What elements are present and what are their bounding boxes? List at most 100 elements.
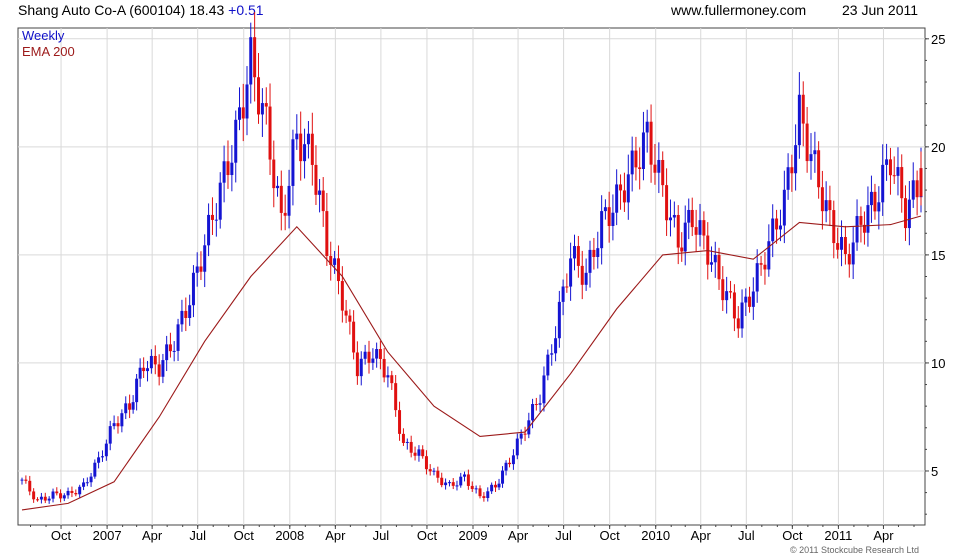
candle-body — [428, 469, 432, 472]
plot-area — [17, 27, 926, 526]
candle-body — [915, 180, 919, 198]
candle-body — [355, 352, 359, 377]
candle-body — [401, 433, 405, 443]
candle-body — [245, 84, 249, 119]
candle-body — [325, 211, 329, 257]
candle-body — [740, 302, 744, 329]
candle-body — [600, 211, 604, 249]
candle-body — [725, 291, 729, 301]
y-tick-label: 10 — [931, 356, 945, 371]
candle-body — [359, 358, 363, 377]
candle-body — [135, 378, 139, 403]
candle-body — [168, 344, 172, 352]
candle-body — [847, 254, 851, 265]
candle-body — [546, 354, 550, 376]
candle-body — [855, 216, 859, 243]
candle-body — [93, 462, 97, 477]
x-tick-label: Apr — [142, 528, 163, 543]
candle-body — [596, 248, 600, 257]
candle-body — [386, 375, 390, 378]
candle-body — [885, 159, 889, 165]
candle-body — [352, 321, 356, 353]
candle-body — [272, 159, 276, 189]
candle-body — [824, 200, 828, 212]
candle-body — [657, 159, 661, 173]
candle-body — [398, 410, 402, 434]
candle-body — [89, 476, 93, 483]
candle-body — [344, 310, 348, 316]
candle-body — [538, 403, 542, 405]
candle-body — [531, 404, 535, 421]
candle-body — [74, 493, 78, 495]
candle-body — [306, 133, 310, 145]
candle-body — [436, 470, 440, 478]
candle-body — [843, 237, 847, 255]
candle-body — [321, 190, 325, 212]
candle-body — [131, 402, 135, 410]
y-tick-label: 15 — [931, 248, 945, 263]
candle-body — [180, 310, 184, 325]
y-tick-label: 5 — [931, 464, 938, 479]
candle-body — [241, 107, 245, 119]
candle-body — [459, 476, 463, 486]
legend-weekly: Weekly — [22, 28, 65, 43]
candle-body — [43, 496, 47, 501]
candle-body — [149, 355, 153, 369]
candle-body — [687, 209, 691, 223]
candle-body — [264, 103, 268, 107]
candle-body — [771, 218, 775, 242]
candle-body — [82, 482, 86, 487]
candle-body — [268, 106, 272, 160]
candle-body — [626, 174, 630, 203]
candle-body — [394, 383, 398, 411]
candle-body — [455, 485, 459, 487]
candle-body — [649, 121, 653, 165]
candle-body — [569, 258, 573, 287]
candle-body — [550, 353, 554, 355]
candle-body — [184, 310, 188, 318]
candle-body — [51, 491, 55, 499]
candle-body — [32, 491, 36, 500]
candle-body — [24, 479, 28, 481]
x-tick-label: Apr — [691, 528, 712, 543]
candle-body — [828, 200, 832, 211]
candle-body — [748, 296, 752, 307]
candle-body — [717, 254, 721, 280]
candle-body — [519, 433, 523, 439]
candle-body — [680, 247, 684, 252]
candle-body — [161, 360, 165, 377]
candle-body — [432, 470, 436, 472]
candle-body — [128, 403, 132, 410]
candle-body — [62, 495, 66, 499]
candle-body — [283, 212, 287, 216]
candle-body — [542, 375, 546, 404]
candle-body — [859, 216, 863, 225]
candle-body — [424, 456, 428, 470]
candle-body — [668, 217, 672, 221]
candle-body — [588, 249, 592, 273]
x-tick-label: Oct — [417, 528, 438, 543]
candle-body — [447, 482, 451, 484]
candle-body — [55, 491, 59, 494]
candle-body — [869, 191, 873, 206]
candle-body — [191, 272, 195, 306]
candle-body — [100, 456, 104, 458]
candle-body — [805, 123, 809, 162]
candle-body — [729, 291, 733, 293]
candle-body — [840, 237, 844, 250]
y-axis: 5 10 15 20 25 — [925, 32, 945, 515]
candle-body — [474, 488, 478, 490]
candle-body — [900, 167, 904, 199]
candle-body — [911, 180, 915, 200]
candle-body — [786, 167, 790, 190]
candle-body — [515, 438, 519, 456]
candle-body — [832, 210, 836, 244]
candle-body — [466, 474, 470, 486]
candle-body — [665, 185, 669, 221]
candle-body — [157, 364, 161, 377]
candle-body — [39, 496, 43, 500]
x-tick-label: 2009 — [459, 528, 488, 543]
candle-body — [409, 441, 413, 453]
candle-body — [165, 344, 169, 361]
candle-body — [230, 162, 234, 176]
